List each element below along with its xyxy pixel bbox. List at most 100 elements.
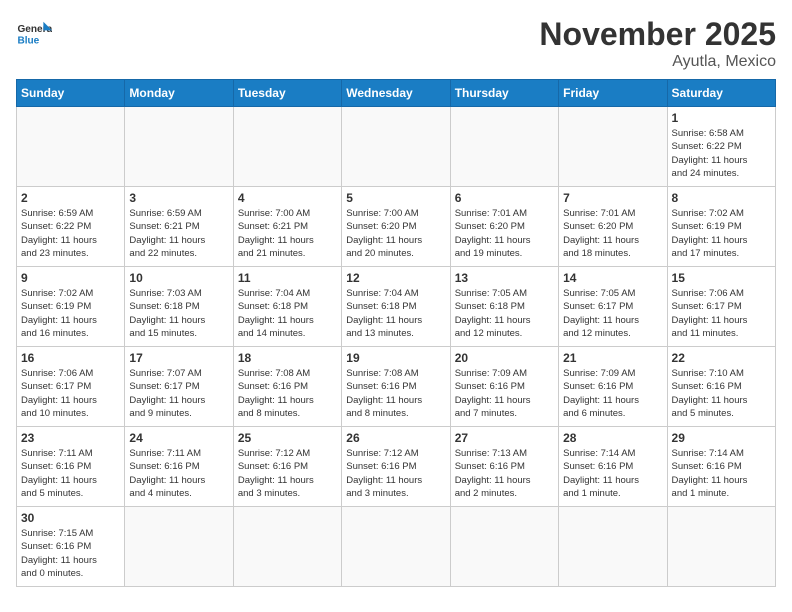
day-info: Sunrise: 6:58 AM Sunset: 6:22 PM Dayligh… (672, 127, 771, 180)
calendar-cell: 14 Sunrise: 7:05 AM Sunset: 6:17 PM Dayli… (559, 267, 667, 347)
col-header-monday: Monday (125, 80, 233, 107)
calendar-cell: 20 Sunrise: 7:09 AM Sunset: 6:16 PM Dayli… (450, 347, 558, 427)
calendar-cell: 27Sunrise: 7:13 AM Sunset: 6:16 PM Dayli… (450, 427, 558, 507)
location: Ayutla, Mexico (539, 53, 776, 71)
day-info: Sunrise: 7:09 AM Sunset: 6:16 PM Dayligh… (563, 367, 662, 420)
calendar-cell: 6 Sunrise: 7:01 AM Sunset: 6:20 PM Daylig… (450, 187, 558, 267)
day-info: Sunrise: 7:12 AM Sunset: 6:16 PM Dayligh… (238, 447, 337, 500)
day-info: Sunrise: 7:06 AM Sunset: 6:17 PM Dayligh… (672, 287, 771, 340)
calendar-week-6: 30 Sunrise: 7:15 AM Sunset: 6:16 PM Dayli… (17, 507, 776, 587)
calendar-cell: 21 Sunrise: 7:09 AM Sunset: 6:16 PM Dayli… (559, 347, 667, 427)
day-number: 3 (129, 191, 228, 205)
calendar-cell: 8Sunrise: 7:02 AM Sunset: 6:19 PM Daylig… (667, 187, 775, 267)
day-number: 22 (672, 351, 771, 365)
calendar-cell (450, 507, 558, 587)
col-header-sunday: Sunday (17, 80, 125, 107)
day-number: 17 (129, 351, 228, 365)
calendar-cell: 5Sunrise: 7:00 AM Sunset: 6:20 PM Daylig… (342, 187, 450, 267)
day-number: 14 (563, 271, 662, 285)
calendar-cell: 4Sunrise: 7:00 AM Sunset: 6:21 PM Daylig… (233, 187, 341, 267)
calendar-cell: 23 Sunrise: 7:11 AM Sunset: 6:16 PM Dayli… (17, 427, 125, 507)
calendar-table: SundayMondayTuesdayWednesdayThursdayFrid… (16, 79, 776, 587)
calendar-cell: 15Sunrise: 7:06 AM Sunset: 6:17 PM Dayli… (667, 267, 775, 347)
col-header-friday: Friday (559, 80, 667, 107)
day-number: 30 (21, 511, 120, 525)
calendar-cell (17, 107, 125, 187)
day-info: Sunrise: 7:04 AM Sunset: 6:18 PM Dayligh… (238, 287, 337, 340)
col-header-thursday: Thursday (450, 80, 558, 107)
calendar-cell: 16Sunrise: 7:06 AM Sunset: 6:17 PM Dayli… (17, 347, 125, 427)
calendar-cell: 12Sunrise: 7:04 AM Sunset: 6:18 PM Dayli… (342, 267, 450, 347)
calendar-cell: 19 Sunrise: 7:08 AM Sunset: 6:16 PM Dayli… (342, 347, 450, 427)
day-number: 7 (563, 191, 662, 205)
day-number: 9 (21, 271, 120, 285)
calendar-cell: 17 Sunrise: 7:07 AM Sunset: 6:17 PM Dayli… (125, 347, 233, 427)
day-info: Sunrise: 7:14 AM Sunset: 6:16 PM Dayligh… (672, 447, 771, 500)
day-number: 10 (129, 271, 228, 285)
col-header-saturday: Saturday (667, 80, 775, 107)
day-number: 2 (21, 191, 120, 205)
day-number: 12 (346, 271, 445, 285)
day-info: Sunrise: 7:06 AM Sunset: 6:17 PM Dayligh… (21, 367, 120, 420)
calendar-cell (342, 507, 450, 587)
day-number: 8 (672, 191, 771, 205)
day-info: Sunrise: 7:11 AM Sunset: 6:16 PM Dayligh… (129, 447, 228, 500)
day-info: Sunrise: 7:11 AM Sunset: 6:16 PM Dayligh… (21, 447, 120, 500)
calendar-cell: 7 Sunrise: 7:01 AM Sunset: 6:20 PM Daylig… (559, 187, 667, 267)
day-number: 20 (455, 351, 554, 365)
day-number: 25 (238, 431, 337, 445)
calendar-cell: 30 Sunrise: 7:15 AM Sunset: 6:16 PM Dayli… (17, 507, 125, 587)
day-info: Sunrise: 7:08 AM Sunset: 6:16 PM Dayligh… (346, 367, 445, 420)
day-number: 19 (346, 351, 445, 365)
day-info: Sunrise: 6:59 AM Sunset: 6:21 PM Dayligh… (129, 207, 228, 260)
calendar-cell: 11 Sunrise: 7:04 AM Sunset: 6:18 PM Dayli… (233, 267, 341, 347)
calendar-cell: 24 Sunrise: 7:11 AM Sunset: 6:16 PM Dayli… (125, 427, 233, 507)
calendar-cell: 9 Sunrise: 7:02 AM Sunset: 6:19 PM Daylig… (17, 267, 125, 347)
day-number: 23 (21, 431, 120, 445)
calendar-cell (342, 107, 450, 187)
day-number: 13 (455, 271, 554, 285)
calendar-week-1: 1 Sunrise: 6:58 AM Sunset: 6:22 PM Daylig… (17, 107, 776, 187)
calendar-header-row: SundayMondayTuesdayWednesdayThursdayFrid… (17, 80, 776, 107)
calendar-cell: 28Sunrise: 7:14 AM Sunset: 6:16 PM Dayli… (559, 427, 667, 507)
day-number: 1 (672, 111, 771, 125)
day-info: Sunrise: 7:12 AM Sunset: 6:16 PM Dayligh… (346, 447, 445, 500)
day-info: Sunrise: 7:01 AM Sunset: 6:20 PM Dayligh… (455, 207, 554, 260)
day-info: Sunrise: 7:14 AM Sunset: 6:16 PM Dayligh… (563, 447, 662, 500)
calendar-cell (233, 507, 341, 587)
calendar-cell: 2 Sunrise: 6:59 AM Sunset: 6:22 PM Daylig… (17, 187, 125, 267)
day-number: 26 (346, 431, 445, 445)
day-number: 6 (455, 191, 554, 205)
day-number: 4 (238, 191, 337, 205)
day-number: 21 (563, 351, 662, 365)
calendar-cell: 26 Sunrise: 7:12 AM Sunset: 6:16 PM Dayli… (342, 427, 450, 507)
day-info: Sunrise: 7:03 AM Sunset: 6:18 PM Dayligh… (129, 287, 228, 340)
day-info: Sunrise: 7:05 AM Sunset: 6:17 PM Dayligh… (563, 287, 662, 340)
day-info: Sunrise: 7:15 AM Sunset: 6:16 PM Dayligh… (21, 527, 120, 580)
day-number: 24 (129, 431, 228, 445)
day-info: Sunrise: 7:00 AM Sunset: 6:20 PM Dayligh… (346, 207, 445, 260)
page-header: General Blue November 2025 Ayutla, Mexic… (16, 16, 776, 71)
calendar-cell: 3 Sunrise: 6:59 AM Sunset: 6:21 PM Daylig… (125, 187, 233, 267)
calendar-cell: 29Sunrise: 7:14 AM Sunset: 6:16 PM Dayli… (667, 427, 775, 507)
day-info: Sunrise: 7:02 AM Sunset: 6:19 PM Dayligh… (21, 287, 120, 340)
day-info: Sunrise: 7:01 AM Sunset: 6:20 PM Dayligh… (563, 207, 662, 260)
day-info: Sunrise: 7:09 AM Sunset: 6:16 PM Dayligh… (455, 367, 554, 420)
calendar-cell (450, 107, 558, 187)
svg-text:Blue: Blue (17, 35, 39, 46)
day-info: Sunrise: 7:10 AM Sunset: 6:16 PM Dayligh… (672, 367, 771, 420)
calendar-cell: 22 Sunrise: 7:10 AM Sunset: 6:16 PM Dayli… (667, 347, 775, 427)
calendar-cell: 10 Sunrise: 7:03 AM Sunset: 6:18 PM Dayli… (125, 267, 233, 347)
month-title: November 2025 (539, 16, 776, 53)
logo-icon: General Blue (16, 16, 52, 52)
calendar-week-3: 9 Sunrise: 7:02 AM Sunset: 6:19 PM Daylig… (17, 267, 776, 347)
calendar-cell: 18Sunrise: 7:08 AM Sunset: 6:16 PM Dayli… (233, 347, 341, 427)
day-info: Sunrise: 7:13 AM Sunset: 6:16 PM Dayligh… (455, 447, 554, 500)
day-info: Sunrise: 6:59 AM Sunset: 6:22 PM Dayligh… (21, 207, 120, 260)
day-number: 18 (238, 351, 337, 365)
day-number: 11 (238, 271, 337, 285)
calendar-week-5: 23 Sunrise: 7:11 AM Sunset: 6:16 PM Dayli… (17, 427, 776, 507)
calendar-cell: 13Sunrise: 7:05 AM Sunset: 6:18 PM Dayli… (450, 267, 558, 347)
calendar-week-2: 2 Sunrise: 6:59 AM Sunset: 6:22 PM Daylig… (17, 187, 776, 267)
day-info: Sunrise: 7:07 AM Sunset: 6:17 PM Dayligh… (129, 367, 228, 420)
